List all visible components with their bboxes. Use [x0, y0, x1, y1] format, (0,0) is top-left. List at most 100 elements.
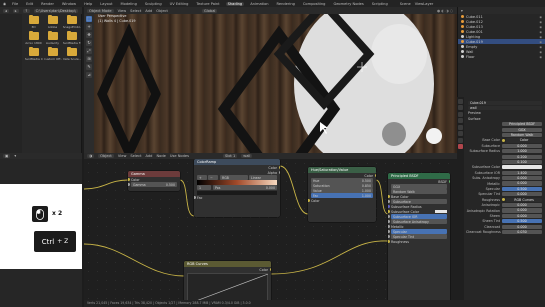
tab-uv-editing[interactable]: UV Editing: [168, 2, 191, 6]
fac-field[interactable]: Fac 1.000: [311, 193, 373, 198]
tab-geometry-nodes[interactable]: Geometry Nodes: [331, 2, 365, 6]
folder-item[interactable]: Custom Off...: [43, 46, 62, 61]
menu-render[interactable]: Render: [39, 2, 56, 6]
tab-texture-paint[interactable]: Texture Paint: [194, 2, 221, 6]
tab-rendering[interactable]: Rendering: [275, 2, 297, 6]
world-tab-icon[interactable]: [458, 124, 463, 130]
tab-shading[interactable]: Shading: [225, 1, 245, 6]
slot-selector[interactable]: Slot 1: [222, 154, 238, 158]
ramp-add-icon[interactable]: +: [197, 175, 207, 180]
use-nodes-toggle[interactable]: Use Nodes: [170, 154, 189, 158]
forward-icon[interactable]: ▸: [12, 8, 19, 13]
material-name-field[interactable]: wall: [468, 105, 542, 111]
node-editor[interactable]: Gamma Color Gamma 0.500 ColorRamp Color A…: [84, 159, 457, 307]
render-tab-icon[interactable]: [458, 105, 463, 110]
3d-viewport[interactable]: [94, 14, 457, 153]
hsv-node[interactable]: Hue/Saturation/Value Color Hue 0.500 Satu…: [308, 167, 376, 222]
scene-selector[interactable]: Scene: [400, 2, 411, 6]
folder-item[interactable]: Audacity: [43, 30, 62, 45]
folder-item[interactable]: AnagoEmbl...: [62, 14, 81, 29]
view-layer-selector[interactable]: ViewLayer: [415, 2, 434, 6]
menu-window[interactable]: Window: [60, 2, 78, 6]
visibility-eye-icon[interactable]: ◉: [539, 40, 542, 44]
folder-item[interactable]: Date Scule...: [62, 46, 81, 61]
measure-tool-icon[interactable]: ⊿: [86, 72, 92, 78]
rotate-tool-icon[interactable]: ↻: [86, 40, 92, 46]
ramp-interp-dropdown[interactable]: Linear: [249, 175, 277, 180]
ramp-color-swatch[interactable]: [197, 190, 277, 195]
distribution-dropdown[interactable]: GGX: [502, 127, 542, 132]
object-name-field[interactable]: Cube.019: [468, 100, 542, 105]
visibility-eye-icon[interactable]: ◉: [539, 20, 542, 24]
hue-field[interactable]: Hue 0.500: [311, 178, 373, 183]
surface-shader-field[interactable]: Principled BSDF: [502, 122, 542, 127]
tab-compositing[interactable]: Compositing: [301, 2, 328, 6]
folder-item[interactable]: AvidMedia C...: [24, 46, 43, 61]
parent-folder-icon[interactable]: ↑: [22, 8, 30, 13]
node-menu-view[interactable]: View: [118, 154, 127, 158]
output-tab-icon[interactable]: [458, 111, 463, 117]
modifier-tab-icon[interactable]: [458, 137, 463, 143]
bsdf-method-dropdown[interactable]: Random Walk: [391, 189, 447, 194]
visibility-eye-icon[interactable]: ◉: [539, 45, 542, 49]
move-tool-icon[interactable]: ✥: [86, 32, 92, 38]
node-material-selector[interactable]: wall: [241, 154, 253, 158]
tab-sculpting[interactable]: Sculpting: [143, 2, 164, 6]
outliner-row[interactable]: Floor ◉: [458, 54, 545, 59]
tab-modeling[interactable]: Modeling: [119, 2, 139, 6]
file-path-field[interactable]: C:\Users\dan\Desktop\: [33, 8, 78, 13]
node-menu-select[interactable]: Select: [130, 154, 141, 158]
select-tool-icon[interactable]: ⬚: [86, 16, 92, 22]
menu-edit[interactable]: Edit: [24, 2, 35, 6]
visibility-eye-icon[interactable]: ◉: [539, 30, 542, 34]
folder-item[interactable]: AvidMedia F...: [62, 30, 81, 45]
object-tab-icon[interactable]: [458, 131, 463, 136]
viewport-menu-add[interactable]: Add: [145, 9, 152, 13]
visibility-eye-icon[interactable]: ◉: [539, 55, 542, 59]
subsurface-method-dropdown[interactable]: Random Walk: [502, 132, 542, 138]
transform-tool-icon[interactable]: ⊞: [86, 56, 92, 62]
folder-item[interactable]: 3D: [24, 14, 43, 29]
ramp-mode-dropdown[interactable]: RGB: [220, 175, 248, 180]
visibility-eye-icon[interactable]: ◉: [539, 50, 542, 54]
tool-tab-icon[interactable]: [458, 98, 463, 104]
back-icon[interactable]: ◂: [3, 8, 9, 13]
node-editor-type-icon[interactable]: ◑: [87, 154, 95, 158]
visibility-eye-icon[interactable]: ◉: [539, 25, 542, 29]
folder-item[interactable]: Adobe: [43, 14, 62, 29]
menu-file[interactable]: File: [10, 2, 20, 6]
principled-bsdf-node[interactable]: Principled BSDF BSDF GGX Random Walk Bas…: [388, 173, 450, 307]
ramp-remove-icon[interactable]: −: [208, 175, 218, 180]
folder-item[interactable]: Arnio 1800: [24, 30, 43, 45]
gamma-node[interactable]: Gamma Color Gamma 0.500: [128, 171, 180, 191]
colorramp-node[interactable]: ColorRamp Color Alpha + − RGB Linear 1 P…: [194, 159, 280, 217]
gamma-field[interactable]: Gamma 0.500: [131, 182, 177, 187]
cursor-tool-icon[interactable]: +: [86, 24, 92, 30]
mode-selector[interactable]: Object Mode: [87, 8, 114, 13]
menu-help[interactable]: Help: [82, 2, 94, 6]
editor-type-icon[interactable]: ▣: [3, 154, 11, 158]
annotate-tool-icon[interactable]: ✎: [86, 64, 92, 70]
ramp-index-field[interactable]: 1: [197, 185, 211, 190]
saturation-field[interactable]: Saturation 0.850: [311, 183, 373, 188]
node-object-selector[interactable]: Object: [98, 154, 114, 158]
viewport-menu-select[interactable]: Select: [130, 9, 141, 13]
tab-scripting[interactable]: Scripting: [370, 2, 390, 6]
value-field[interactable]: Value 1.000: [311, 188, 373, 193]
node-menu-node[interactable]: Node: [156, 154, 165, 158]
transform-orientation[interactable]: Global: [201, 8, 218, 13]
scale-tool-icon[interactable]: ⤢: [86, 48, 92, 54]
bsdf-distribution-dropdown[interactable]: GGX: [391, 184, 447, 189]
image-menu-view[interactable]: ▾: [14, 154, 16, 158]
viewport-menu-object[interactable]: Object: [156, 9, 168, 13]
tab-layout[interactable]: Layout: [98, 2, 114, 6]
curves-graph[interactable]: [187, 273, 269, 305]
scene-tab-icon[interactable]: [458, 118, 463, 123]
viewport-shading-icons[interactable]: ● ◐ ◑ ○: [437, 9, 453, 13]
outliner-filter-icon[interactable]: ▾: [461, 9, 463, 13]
ramp-pos-field[interactable]: Pos 0.000: [213, 185, 277, 190]
visibility-eye-icon[interactable]: ◉: [539, 15, 542, 19]
viewport-menu-view[interactable]: View: [118, 9, 127, 13]
blender-logo-icon[interactable]: ◉: [3, 2, 6, 6]
visibility-eye-icon[interactable]: ◉: [539, 35, 542, 39]
